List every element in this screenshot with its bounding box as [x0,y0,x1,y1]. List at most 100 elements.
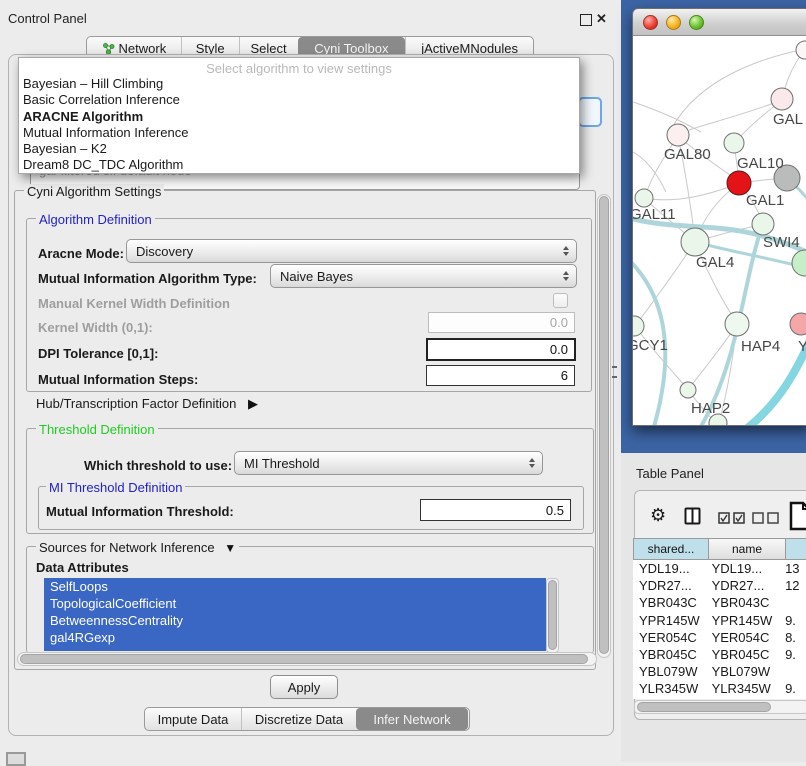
dropdown-item[interactable]: Bayesian – Hill Climbing [19,76,579,92]
dropdown-item[interactable]: Bayesian – K2 [19,141,579,157]
cell: YDR27... [633,578,706,593]
new-table-icon[interactable] [789,501,806,536]
cell: 9. [779,681,806,696]
list-item[interactable]: BetweennessCentrality [44,612,546,629]
column-header-shared-name[interactable]: shared... [633,538,709,560]
dropdown-placeholder: Select algorithm to view settings [19,60,579,76]
list-item[interactable]: SelfLoops [44,578,546,595]
table-row[interactable]: YER054C YER054C 8. [633,629,806,646]
network-canvas[interactable]: GAL GAL80 GAL10 GAL1 GAL11 SWI4 GAL4 GCY… [633,36,806,425]
node-label: GAL80 [664,146,711,163]
node-gal4[interactable] [681,228,709,256]
cell: YDL19... [706,561,780,576]
apply-button[interactable]: Apply [270,675,338,699]
tab-label: Infer Network [373,712,450,727]
table-row[interactable]: YDR27... YDR27... 12 [633,577,806,594]
network-nodes[interactable] [633,41,806,425]
node-fragment[interactable] [796,41,806,59]
deselect-all-checks-icon[interactable] [752,511,780,529]
tab-impute-data[interactable]: Impute Data [145,708,241,730]
settings-vertical-scrollbar[interactable] [597,194,611,658]
dpi-tolerance-value: 0.0 [550,342,568,357]
table-row[interactable]: YPR145W YPR145W 9. [633,612,806,629]
table-row[interactable]: YBR043C YBR043C [633,594,806,611]
screen: Control Panel ✕ Network S [0,0,806,762]
column-header-name[interactable]: name [708,538,786,560]
settings-horizontal-scrollbar[interactable] [17,652,597,666]
table-row[interactable]: YBR045C YBR045C 9. [633,646,806,663]
table-row[interactable]: YDL19... YDL19... 13 [633,560,806,577]
cell: YER054C [633,630,706,645]
table-horizontal-scrollbar[interactable] [634,700,806,714]
close-icon[interactable]: ✕ [596,13,607,25]
column-header-partial[interactable] [785,538,806,560]
kernel-width-input[interactable]: 0.0 [428,312,575,333]
cell: YPR145W [706,613,780,628]
list-item[interactable]: TopologicalCoefficient [44,595,546,612]
divider-grip[interactable] [612,366,617,378]
network-window-titlebar[interactable] [633,9,806,36]
table-row[interactable]: YLR345W YLR345W 9. [633,680,806,697]
dropdown-item-aracne[interactable]: ARACNE Algorithm [19,109,579,125]
node-label: SWI4 [763,234,800,251]
corner-fragment-icon [6,752,26,766]
mi-steps-input[interactable]: 6 [426,365,575,386]
sources-label[interactable]: Sources for Network Inference ▼ [36,540,239,555]
node-gal11[interactable] [635,189,653,207]
which-threshold-combobox[interactable]: MI Threshold [234,451,543,475]
mi-threshold-label: Mutual Information Threshold: [46,504,234,519]
tab-label: Impute Data [158,712,229,727]
node-hap2[interactable] [680,382,696,398]
dropdown-item[interactable]: Dream8 DC_TDC Algorithm [19,157,579,173]
dropdown-item[interactable]: Mutual Information Inference [19,125,579,141]
dpi-tolerance-input[interactable]: 0.0 [426,338,576,361]
node-gal-partial[interactable] [771,88,793,110]
list-vertical-scrollbar[interactable] [546,578,559,653]
manual-kernel-checkbox[interactable] [553,293,568,308]
node-hap4[interactable] [725,312,749,336]
cell: YPR145W [633,613,706,628]
cell: 9. [779,647,806,662]
select-all-checks-icon[interactable] [718,511,746,529]
gear-icon[interactable]: ⚙ [650,506,666,524]
node-label: GAL1 [746,192,784,209]
kernel-width-value: 0.0 [550,315,568,330]
table-row[interactable]: YIL052C YIL052C 9 [633,698,806,700]
node-bright-green[interactable] [792,250,806,276]
mi-threshold-input[interactable]: 0.5 [420,499,571,521]
table-row[interactable]: YBL079W YBL079W [633,663,806,680]
hub-expander[interactable]: Hub/Transcription Factor Definition ▶ [36,396,258,412]
apply-button-label: Apply [288,680,321,695]
node-gal10[interactable] [724,133,744,153]
tab-discretize-data[interactable]: Discretize Data [241,708,356,730]
node-y-partial[interactable] [790,313,806,335]
sources-label-text: Sources for Network Inference [39,540,215,555]
tab-infer-network[interactable]: Infer Network [356,708,468,730]
aracne-mode-label: Aracne Mode: [38,246,124,261]
mi-type-combobox[interactable]: Naive Bayes [270,264,577,288]
columns-icon[interactable] [684,507,701,530]
network-tab-icon [102,42,115,55]
node-label: HAP4 [741,338,780,355]
float-window-icon[interactable] [580,14,592,26]
node-gal80[interactable] [667,124,689,146]
node-gcy1[interactable] [633,316,644,336]
close-traffic-light[interactable] [643,15,658,30]
node-gal1[interactable] [752,213,774,235]
column-header-label: shared... [648,542,695,556]
bottom-tabbar: Impute Data Discretize Data Infer Networ… [144,707,470,731]
zoom-traffic-light[interactable] [689,15,704,30]
data-attributes-label: Data Attributes [36,560,129,575]
minimize-traffic-light[interactable] [666,15,681,30]
mi-steps-label: Mutual Information Steps: [38,372,198,387]
algorithm-dropdown: Select algorithm to view settings Bayesi… [18,57,580,174]
node-label: GAL [773,111,803,128]
list-item[interactable]: gal4RGexp [44,629,546,646]
dpi-tolerance-label: DPI Tolerance [0,1]: [38,346,158,361]
dropdown-item[interactable]: Basic Correlation Inference [19,92,579,108]
cell: YBR045C [706,647,780,662]
table-panel-title: Table Panel [636,466,704,481]
node-label: HAP2 [691,400,730,417]
aracne-mode-combobox[interactable]: Discovery [126,239,577,263]
mi-steps-value: 6 [561,368,568,383]
